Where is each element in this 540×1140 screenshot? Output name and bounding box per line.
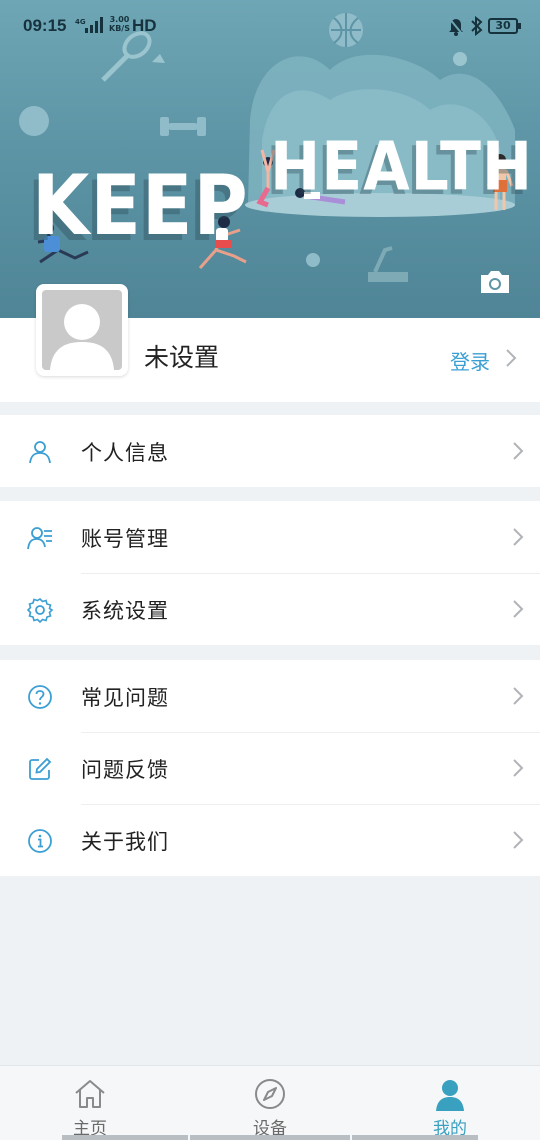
info-icon — [27, 828, 53, 854]
default-avatar-icon — [42, 290, 122, 370]
bluetooth-icon — [470, 15, 484, 41]
chevron-right-icon — [512, 527, 524, 551]
status-bar: 09:15 4G 3.00 KB/S HD 30 — [0, 0, 540, 54]
chevron-right-icon — [512, 758, 524, 782]
menu-item-about-us[interactable]: 关于我们 — [0, 804, 540, 876]
menu-item-label: 常见问题 — [81, 686, 169, 710]
bottom-tab-bar: 主页 设备 我的 — [0, 1065, 540, 1140]
menu-group-profile: 个人信息 — [0, 415, 540, 487]
svg-text:4G: 4G — [75, 18, 86, 26]
signal-icon: 4G — [75, 16, 105, 39]
home-icon — [73, 1077, 107, 1111]
tab-mine[interactable]: 我的 — [360, 1066, 540, 1140]
profile-card: 未设置 登录 — [0, 284, 540, 402]
tab-home[interactable]: 主页 — [0, 1066, 180, 1140]
banner-health-text: HEALTH — [270, 128, 534, 207]
speed-value: 3.00 — [109, 15, 130, 24]
avatar[interactable] — [36, 284, 128, 376]
gesture-bar — [190, 1135, 350, 1140]
menu-item-feedback[interactable]: 问题反馈 — [0, 732, 540, 804]
question-icon — [27, 684, 53, 710]
hd-indicator: HD — [132, 16, 157, 35]
header-banner: 09:15 4G 3.00 KB/S HD 30 KEEP HEALTH — [0, 0, 540, 318]
banner-keep-text: KEEP — [32, 158, 249, 255]
menu-item-label: 关于我们 — [81, 830, 169, 854]
menu-item-label: 个人信息 — [81, 441, 169, 465]
account-list-icon — [27, 525, 53, 551]
menu-item-system-settings[interactable]: 系统设置 — [0, 573, 540, 645]
menu-item-faq[interactable]: 常见问题 — [0, 660, 540, 732]
gesture-bar — [352, 1135, 478, 1140]
chevron-right-icon — [512, 830, 524, 854]
mute-icon — [448, 16, 464, 41]
battery-cap — [518, 23, 521, 29]
chevron-right-icon — [512, 686, 524, 710]
camera-icon[interactable] — [478, 268, 512, 296]
compass-icon — [253, 1077, 287, 1111]
menu-group-support: 常见问题 问题反馈 关于我们 — [0, 660, 540, 876]
gesture-bar — [62, 1135, 188, 1140]
menu-group-account: 账号管理 系统设置 — [0, 501, 540, 645]
menu-item-label: 问题反馈 — [81, 758, 169, 782]
tab-devices[interactable]: 设备 — [180, 1066, 360, 1140]
network-speed: 3.00 KB/S — [109, 15, 130, 33]
user-icon — [433, 1077, 467, 1111]
battery-level: 30 — [488, 18, 518, 34]
edit-icon — [27, 756, 53, 782]
menu-item-label: 系统设置 — [81, 599, 169, 623]
chevron-right-icon — [512, 599, 524, 623]
person-icon — [27, 439, 53, 465]
status-time: 09:15 — [23, 16, 67, 35]
menu-item-personal-info[interactable]: 个人信息 — [0, 415, 540, 487]
menu-item-account-management[interactable]: 账号管理 — [0, 501, 540, 573]
chevron-right-icon — [512, 441, 524, 465]
chevron-right-icon[interactable] — [505, 348, 517, 372]
gear-icon — [26, 597, 54, 624]
username-label: 未设置 — [144, 343, 220, 372]
menu-item-label: 账号管理 — [81, 527, 169, 551]
login-link[interactable]: 登录 — [450, 346, 490, 375]
speed-unit: KB/S — [109, 24, 130, 33]
